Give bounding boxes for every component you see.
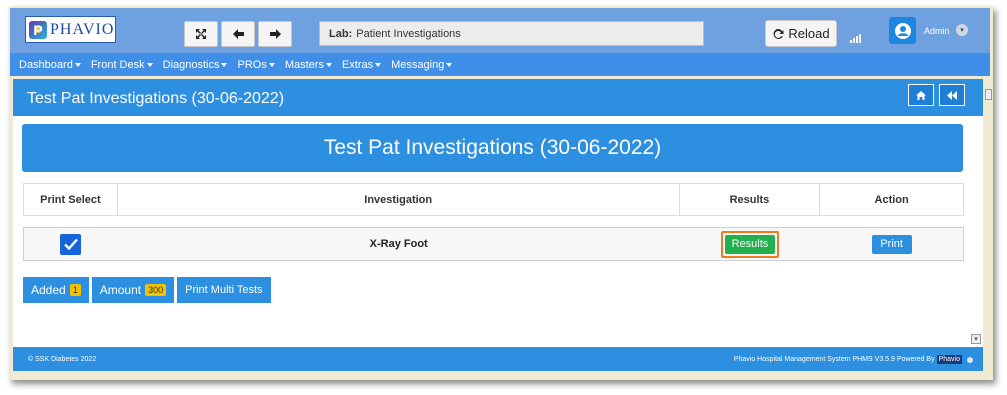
added-count-badge: 1 bbox=[69, 284, 81, 296]
results-button[interactable]: Results bbox=[724, 234, 775, 254]
brand-link[interactable]: Phavio bbox=[936, 355, 962, 364]
reload-button[interactable]: Reload bbox=[765, 20, 837, 47]
menu-label: Dashboard bbox=[19, 58, 73, 71]
column-header-action: Action bbox=[874, 193, 909, 206]
investigation-name: X-Ray Foot bbox=[369, 238, 428, 250]
added-label: Added bbox=[31, 283, 66, 297]
table-row: X-Ray Foot Results Print bbox=[23, 227, 964, 261]
menu-label: Masters bbox=[284, 58, 324, 71]
menu-front-desk[interactable]: Front Desk bbox=[91, 59, 153, 71]
caret-down-icon bbox=[375, 62, 382, 67]
refresh-icon bbox=[773, 28, 784, 39]
print-select-checkbox[interactable] bbox=[60, 233, 82, 255]
amount-badge: 300 bbox=[145, 284, 167, 296]
summary-buttons: Added 1 Amount 300 Print Multi Tests bbox=[23, 277, 271, 303]
main-menu: Dashboard Front Desk Diagnostics PROs Ma… bbox=[10, 53, 990, 76]
main-content: Test Pat Investigations (30-06-2022) Pri… bbox=[13, 116, 983, 347]
home-button[interactable] bbox=[908, 84, 934, 106]
column-header-print-select: Print Select bbox=[24, 184, 118, 215]
expand-icon bbox=[196, 29, 206, 39]
footer-system-info: Phavio Hospital Management System PHMS V… bbox=[734, 355, 973, 364]
results-highlight: Results bbox=[720, 230, 779, 258]
menu-label: Front Desk bbox=[90, 58, 145, 71]
home-icon bbox=[916, 90, 926, 100]
menu-dashboard[interactable]: Dashboard bbox=[19, 59, 81, 71]
caret-down-icon bbox=[74, 62, 81, 67]
reload-label: Reload bbox=[788, 26, 830, 41]
top-bar: P PHAVIO Lab: Patient Investigations Rel… bbox=[10, 8, 990, 53]
lab-label: Lab: bbox=[329, 27, 353, 40]
app-logo[interactable]: P PHAVIO bbox=[25, 16, 116, 43]
go-back-button[interactable] bbox=[939, 84, 965, 106]
copyright-text: © SSK Diabetes 2022 bbox=[28, 356, 97, 363]
user-name[interactable]: Admin bbox=[924, 26, 950, 36]
page-banner: Test Pat Investigations (30-06-2022) bbox=[22, 124, 963, 172]
page-title: Test Pat Investigations (30-06-2022) bbox=[27, 90, 285, 107]
column-header-results: Results bbox=[680, 184, 821, 215]
footer: © SSK Diabetes 2022 Phavio Hospital Mana… bbox=[13, 347, 983, 371]
logo-badge: P bbox=[29, 20, 47, 39]
column-header-investigation: Investigation bbox=[118, 184, 680, 215]
lab-value: Patient Investigations bbox=[356, 27, 461, 40]
backward-icon bbox=[947, 90, 957, 100]
user-avatar[interactable] bbox=[889, 17, 916, 44]
panel-header: Test Pat Investigations (30-06-2022) bbox=[13, 79, 983, 116]
menu-extras[interactable]: Extras bbox=[341, 58, 382, 71]
caret-down-icon bbox=[325, 62, 332, 67]
print-button[interactable]: Print bbox=[871, 234, 912, 254]
caret-down-icon bbox=[146, 62, 153, 67]
menu-pros[interactable]: PROs bbox=[237, 58, 275, 71]
fullscreen-button[interactable] bbox=[184, 21, 218, 47]
caret-down-icon bbox=[268, 62, 275, 67]
user-menu-chevron-icon[interactable]: ▾ bbox=[956, 24, 968, 36]
action-cell: Print bbox=[820, 228, 963, 260]
arrow-left-icon bbox=[232, 29, 244, 39]
table-header: Print Select Investigation Results Actio… bbox=[23, 183, 964, 216]
menu-messaging[interactable]: Messaging bbox=[391, 58, 453, 71]
back-button[interactable] bbox=[221, 21, 255, 47]
menu-masters[interactable]: Masters bbox=[285, 59, 332, 71]
side-collapse-handle[interactable] bbox=[985, 89, 992, 100]
amount-label: Amount bbox=[99, 283, 142, 297]
caret-down-icon bbox=[446, 62, 453, 67]
caret-down-icon bbox=[221, 62, 228, 67]
user-icon bbox=[894, 22, 911, 39]
amount-button[interactable]: Amount 300 bbox=[91, 277, 175, 303]
signal-icon bbox=[850, 34, 861, 43]
print-select-cell bbox=[24, 228, 118, 260]
added-button[interactable]: Added 1 bbox=[23, 277, 89, 303]
menu-label: Diagnostics bbox=[162, 58, 220, 71]
menu-diagnostics[interactable]: Diagnostics bbox=[163, 59, 228, 71]
menu-label: Messaging bbox=[391, 58, 445, 71]
arrow-right-icon bbox=[269, 29, 281, 39]
menu-label: Extras bbox=[341, 58, 374, 71]
scroll-to-top-icon[interactable]: ▾ bbox=[971, 334, 981, 344]
status-dot-icon bbox=[967, 356, 973, 363]
forward-button[interactable] bbox=[258, 21, 292, 47]
logo-text: PHAVIO bbox=[50, 20, 115, 38]
logo-letter: P bbox=[33, 21, 43, 38]
system-text: Phavio Hospital Management System PHMS V… bbox=[733, 356, 935, 363]
checkmark-icon bbox=[64, 238, 78, 250]
menu-label: PROs bbox=[237, 58, 267, 71]
print-multi-tests-button[interactable]: Print Multi Tests bbox=[177, 277, 271, 303]
lab-context-field: Lab: Patient Investigations bbox=[319, 21, 704, 46]
results-cell: Results bbox=[680, 228, 821, 260]
